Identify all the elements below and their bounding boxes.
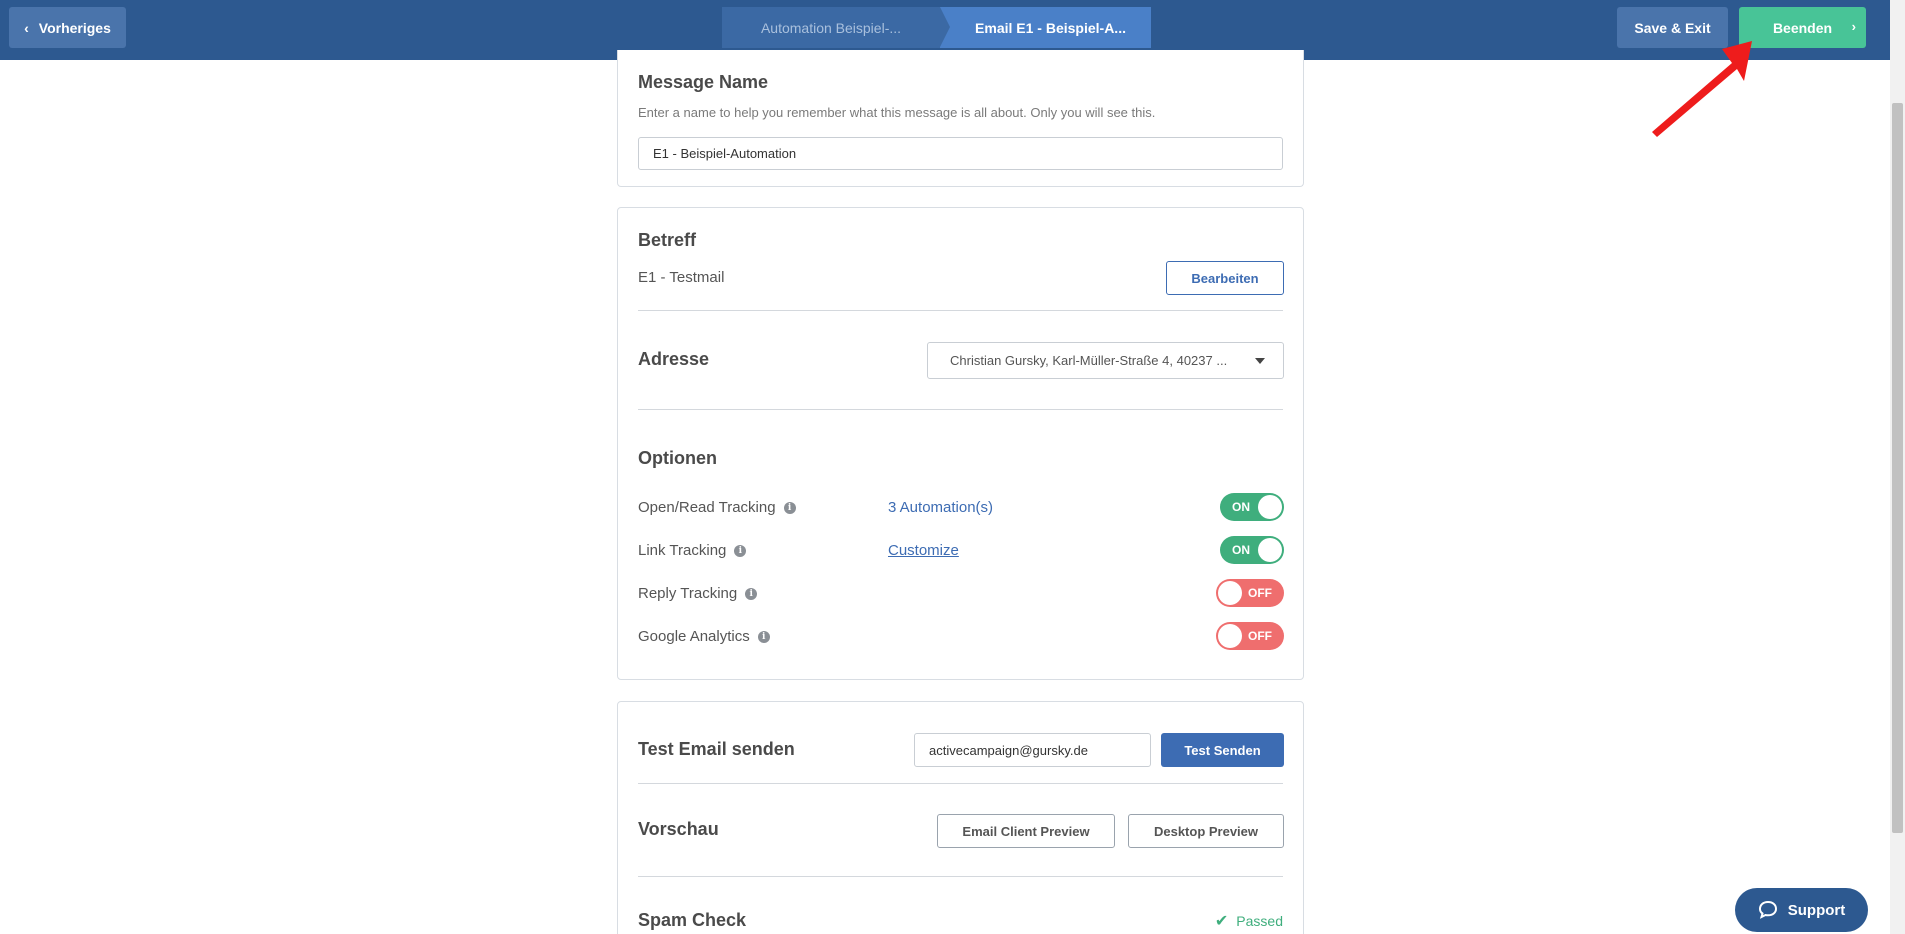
option-reply-tracking: Reply Tracking i OFF [638,579,1284,609]
desktop-preview-button[interactable]: Desktop Preview [1128,814,1284,848]
toggle-knob [1258,538,1282,562]
address-selected: Christian Gursky, Karl-Müller-Straße 4, … [950,353,1228,368]
edit-subject-label: Bearbeiten [1191,270,1259,286]
chevron-left-icon: ‹ [24,19,29,36]
option-open-read-tracking: Open/Read Tracking i 3 Automation(s) ON [638,493,1284,523]
chevron-right-icon: › [1851,19,1856,34]
divider [638,783,1283,784]
info-icon[interactable]: i [734,544,747,557]
address-title: Adresse [638,349,710,369]
info-icon[interactable]: i [745,587,758,600]
divider [638,876,1283,877]
customize-link[interactable]: Customize [888,542,959,559]
send-test-label: Test Senden [1184,742,1261,758]
breadcrumb-label: Email E1 - Beispiel-A... [975,19,1126,36]
test-email-title: Test Email senden [638,739,795,759]
divider [638,409,1283,410]
address-select[interactable]: Christian Gursky, Karl-Müller-Straße 4, … [927,342,1284,379]
options-title: Optionen [638,448,717,468]
info-icon[interactable]: i [757,630,770,643]
breadcrumb-label: Automation Beispiel-... [760,19,902,36]
option-label-text: Reply Tracking [638,585,738,602]
spam-check-status: ✔ Passed [1215,911,1283,931]
breadcrumb-email[interactable]: Email E1 - Beispiel-A... [940,7,1151,48]
option-label: Link Tracking i [638,542,747,559]
open-read-automations-link[interactable]: 3 Automation(s) [888,499,993,516]
google-analytics-toggle[interactable]: OFF [1216,622,1284,650]
spam-check-status-label: Passed [1236,913,1283,929]
caret-down-icon [1255,358,1265,364]
previous-label: Vorheriges [38,19,111,36]
settings-card: Betreff E1 - Testmail Bearbeiten Adresse… [617,207,1304,680]
option-label-text: Link Tracking [638,542,727,559]
support-button[interactable]: Support [1735,888,1868,932]
toggle-state: ON [1232,543,1250,557]
finish-label: Beenden [1772,19,1833,36]
info-icon[interactable]: i [783,501,796,514]
save-exit-label: Save & Exit [1634,19,1711,36]
preview-title: Vorschau [638,819,719,839]
edit-subject-button[interactable]: Bearbeiten [1166,261,1284,295]
checkmark-icon: ✔ [1214,913,1229,930]
breadcrumb: Automation Beispiel-... Email E1 - Beisp… [722,7,1151,48]
message-name-card: Message Name Enter a name to help you re… [617,50,1304,187]
spam-check-title: Spam Check [638,910,747,930]
test-email-input[interactable]: activecampaign@gursky.de [914,733,1151,767]
scrollbar-thumb[interactable] [1892,103,1903,833]
open-read-tracking-toggle[interactable]: ON [1220,493,1284,521]
toggle-knob [1258,495,1282,519]
toggle-state: ON [1232,500,1250,514]
support-label: Support [1787,901,1846,919]
message-name-title: Message Name [638,72,769,92]
breadcrumb-automation[interactable]: Automation Beispiel-... [722,7,950,48]
subject-value: E1 - Testmail [638,269,725,286]
message-name-value: E1 - Beispiel-Automation [653,146,797,161]
test-email-value: activecampaign@gursky.de [929,742,1088,758]
divider [638,310,1283,311]
option-link-tracking: Link Tracking i Customize ON [638,536,1284,566]
toggle-state: OFF [1248,586,1272,600]
reply-tracking-toggle[interactable]: OFF [1216,579,1284,607]
message-name-input[interactable]: E1 - Beispiel-Automation [638,137,1283,170]
link-tracking-toggle[interactable]: ON [1220,536,1284,564]
option-label: Open/Read Tracking i [638,499,796,516]
subject-title: Betreff [638,230,697,250]
option-label: Reply Tracking i [638,585,758,602]
toggle-knob [1218,581,1242,605]
toggle-state: OFF [1248,629,1272,643]
toggle-knob [1218,624,1242,648]
previous-button[interactable]: ‹ Vorheriges [9,7,126,48]
email-client-preview-button[interactable]: Email Client Preview [937,814,1115,848]
option-label-text: Open/Read Tracking [638,499,776,516]
chat-bubble-icon [1758,900,1777,919]
red-arrow-icon [1652,41,1752,137]
option-label-text: Google Analytics [638,628,750,645]
test-preview-card: Test Email senden activecampaign@gursky.… [617,701,1304,934]
desktop-preview-label: Desktop Preview [1153,823,1259,839]
email-client-preview-label: Email Client Preview [962,823,1090,839]
send-test-button[interactable]: Test Senden [1161,733,1284,767]
option-label: Google Analytics i [638,628,770,645]
message-name-help: Enter a name to help you remember what t… [638,105,1156,120]
option-google-analytics: Google Analytics i OFF [638,622,1284,652]
